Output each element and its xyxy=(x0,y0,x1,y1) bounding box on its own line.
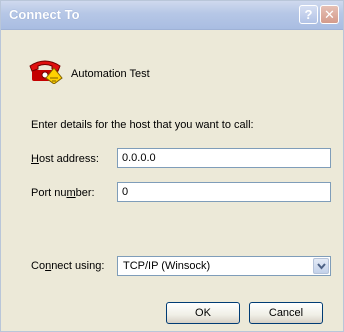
host-address-label: Host address: xyxy=(31,153,99,165)
port-label-post: ber: xyxy=(75,187,95,199)
host-label-key: H xyxy=(31,153,39,165)
connect-to-dialog: Connect To ? ✕ Automation Test Enter det… xyxy=(0,0,344,332)
connect-using-select[interactable]: TCP/IP (Winsock) xyxy=(117,256,331,276)
cancel-button[interactable]: Cancel xyxy=(249,302,323,324)
host-address-input[interactable]: 0.0.0.0 xyxy=(117,148,331,168)
dialog-title: Connect To xyxy=(9,7,80,22)
port-number-input[interactable]: 0 xyxy=(117,182,331,202)
dropdown-button[interactable] xyxy=(313,258,329,274)
host-label-post: ost address: xyxy=(38,153,99,165)
port-label-key: m xyxy=(66,187,76,199)
close-button[interactable]: ✕ xyxy=(320,5,339,24)
ok-button[interactable]: OK xyxy=(166,302,240,324)
port-number-label: Port number: xyxy=(31,187,95,199)
help-button[interactable]: ? xyxy=(299,5,318,24)
dialog-content: Automation Test Enter details for the ho… xyxy=(1,30,343,331)
port-label-pre: Port nu xyxy=(31,187,67,199)
title-bar[interactable]: Connect To ? ✕ xyxy=(1,1,343,30)
connect-using-value: TCP/IP (Winsock) xyxy=(123,260,211,272)
instruction-text: Enter details for the host that you want… xyxy=(31,119,254,131)
phone-icon xyxy=(29,60,63,84)
connect-using-label: Connect using: xyxy=(31,260,104,272)
connection-name: Automation Test xyxy=(71,68,150,80)
chevron-down-icon xyxy=(317,263,326,270)
connect-label-post: nect using: xyxy=(51,260,105,272)
connect-label-pre: Co xyxy=(31,260,46,272)
